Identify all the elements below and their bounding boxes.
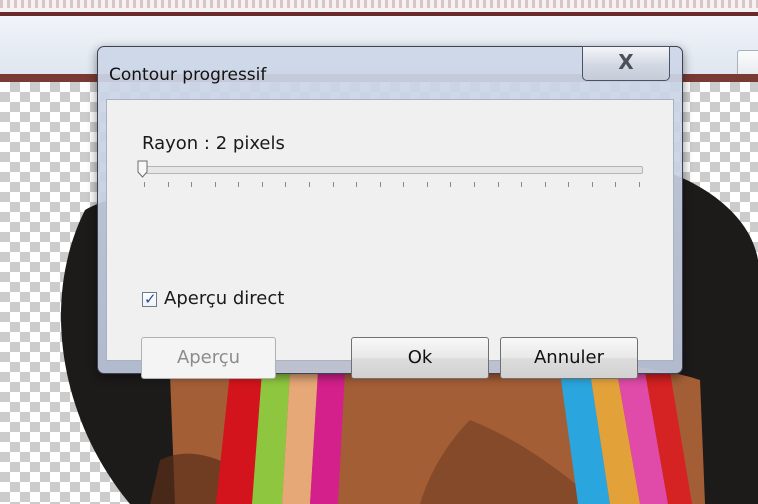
slider-tick xyxy=(356,182,357,187)
close-button[interactable]: X xyxy=(582,46,670,81)
slider-tick xyxy=(450,182,451,187)
live-preview-label: Aperçu direct xyxy=(164,288,285,309)
slider-tick xyxy=(191,182,192,187)
slider-tick xyxy=(144,182,145,187)
slider-tick xyxy=(474,182,475,187)
slider-tick xyxy=(568,182,569,187)
slider-tick xyxy=(215,182,216,187)
radius-label: Rayon : 2 pixels xyxy=(142,133,285,154)
slider-tick xyxy=(403,182,404,187)
slider-tick xyxy=(592,182,593,187)
slider-tick xyxy=(285,182,286,187)
slider-tick xyxy=(639,182,640,187)
slider-ticks xyxy=(144,182,640,188)
slider-tick xyxy=(615,182,616,187)
close-icon: X xyxy=(618,50,634,74)
checkbox-check-icon: ✓ xyxy=(144,290,157,308)
slider-tick xyxy=(498,182,499,187)
ok-button[interactable]: Ok xyxy=(351,337,489,379)
slider-tick xyxy=(238,182,239,187)
slider-tick xyxy=(333,182,334,187)
slider-tick xyxy=(309,182,310,187)
slider-tick xyxy=(545,182,546,187)
preview-button[interactable]: Aperçu xyxy=(141,337,276,379)
radius-slider-track[interactable] xyxy=(141,166,643,174)
feather-dialog: Contour progressif X Rayon : 2 pixels ✓ … xyxy=(97,46,683,379)
slider-tick xyxy=(168,182,169,187)
slider-tick xyxy=(427,182,428,187)
slider-tick xyxy=(262,182,263,187)
slider-tick xyxy=(380,182,381,187)
live-preview-checkbox[interactable]: ✓ xyxy=(142,290,157,308)
cancel-button[interactable]: Annuler xyxy=(500,337,638,379)
radius-slider-thumb[interactable] xyxy=(137,160,148,178)
dialog-client-area: Rayon : 2 pixels ✓ Aperçu direct Aperçu … xyxy=(106,99,674,379)
slider-tick xyxy=(521,182,522,187)
dialog-title: Contour progressif xyxy=(109,65,267,85)
